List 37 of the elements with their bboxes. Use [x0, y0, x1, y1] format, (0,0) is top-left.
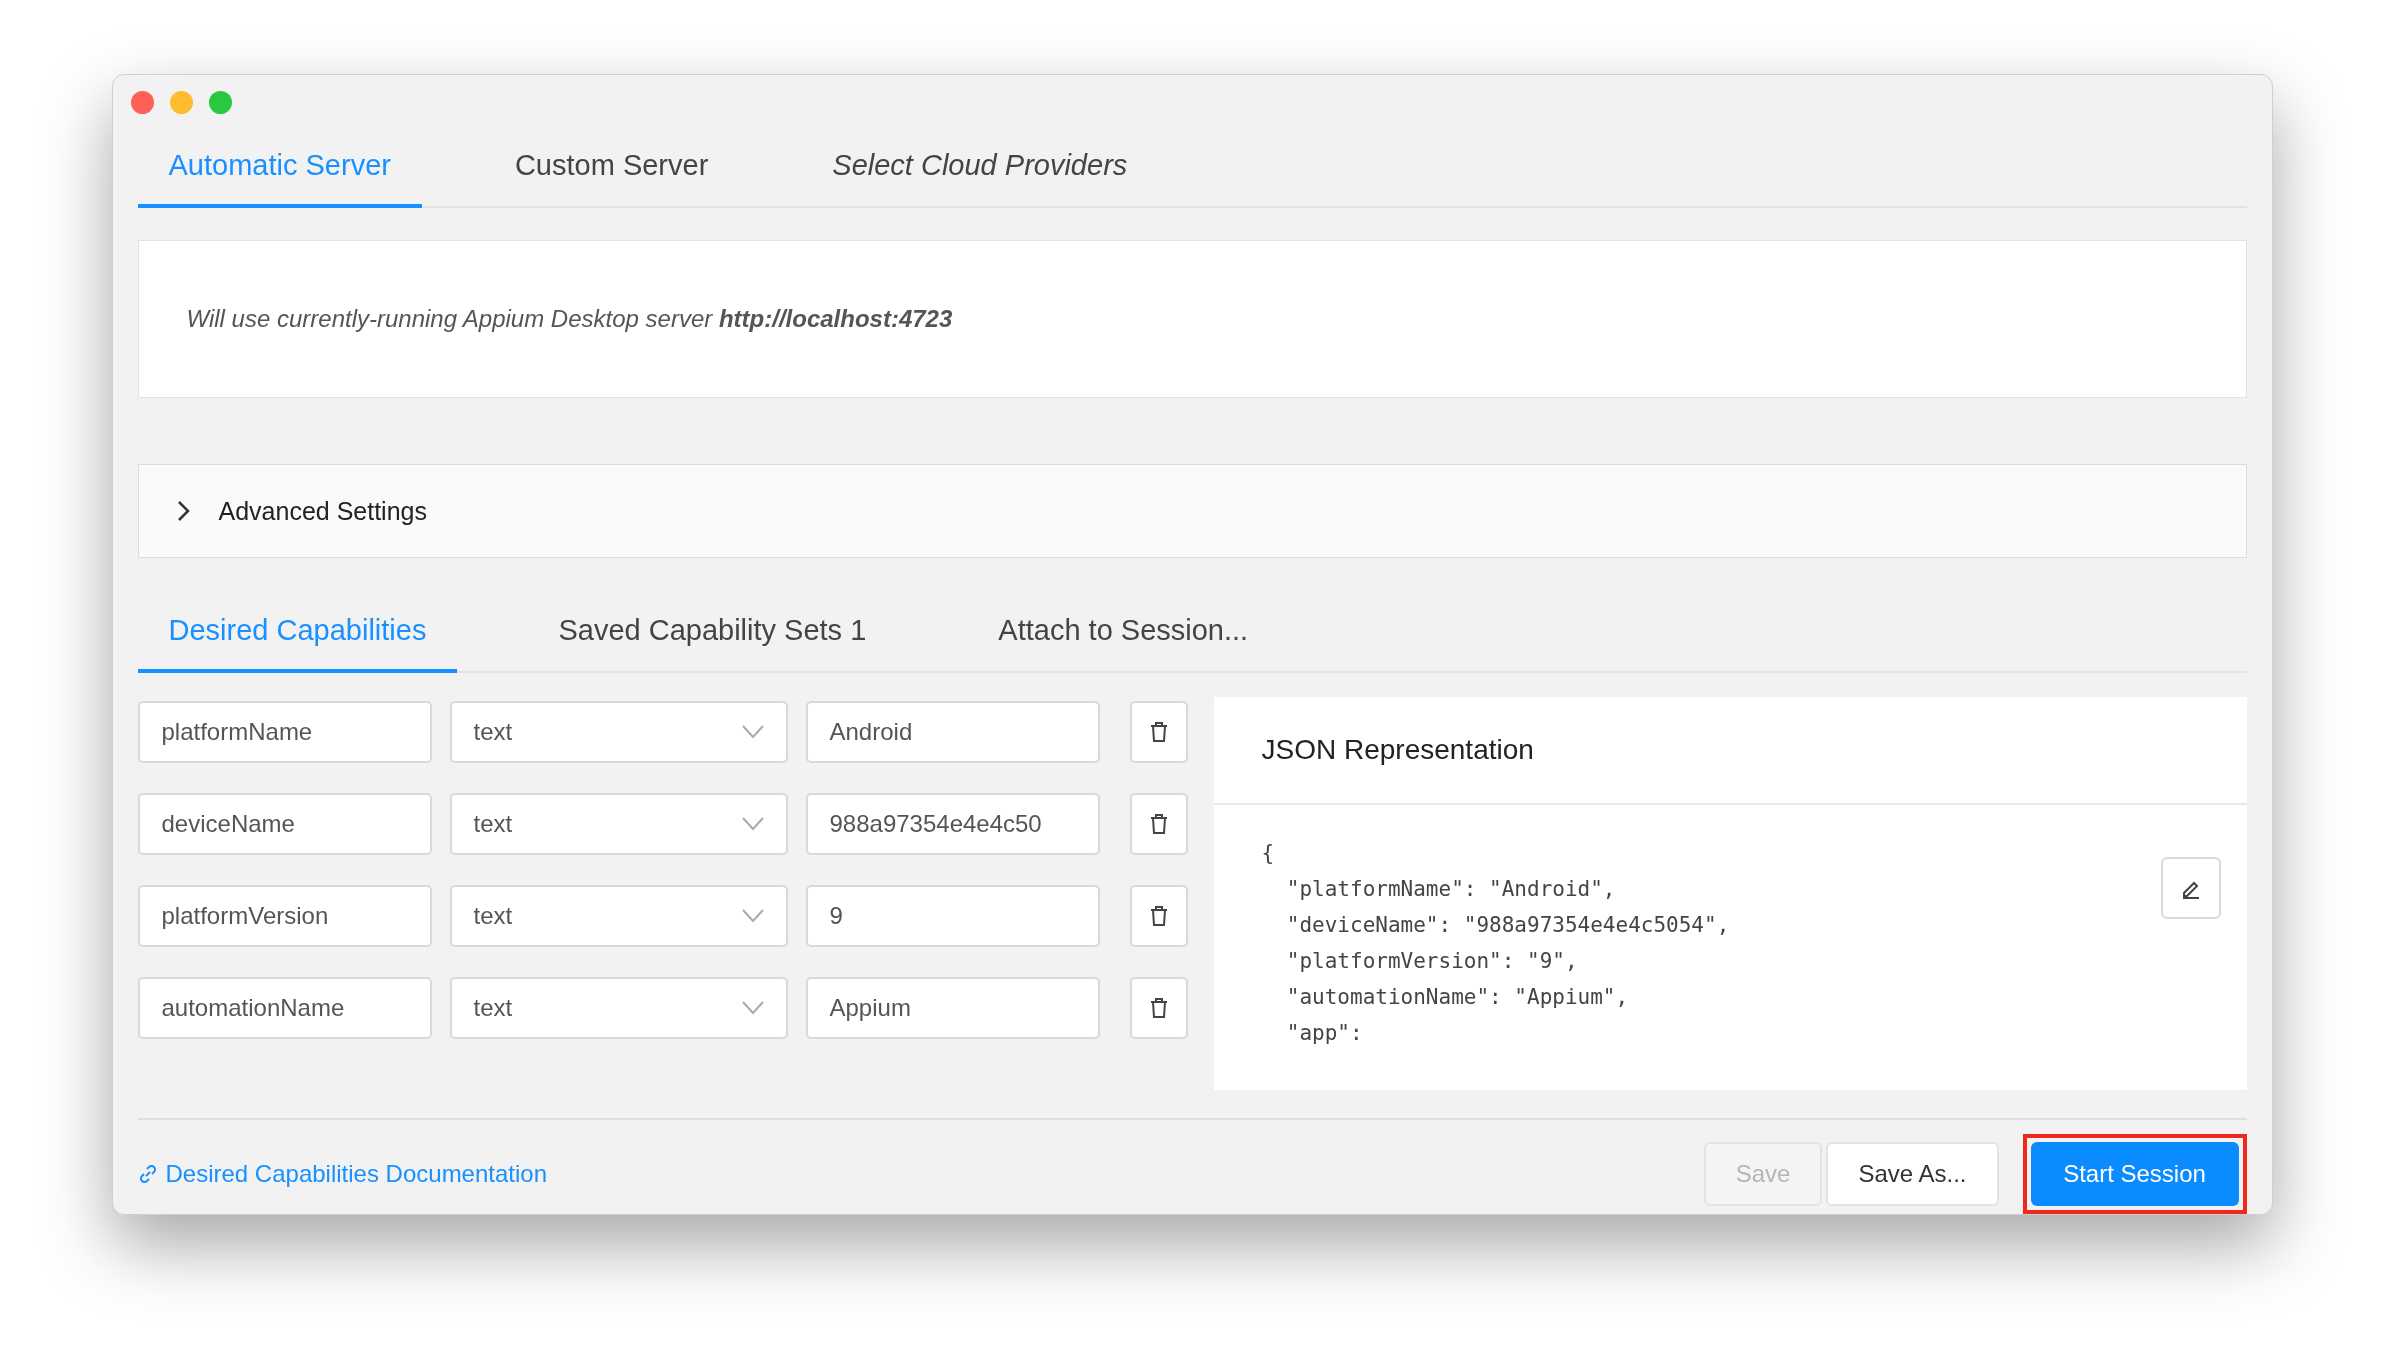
trash-icon: [1149, 721, 1168, 743]
type-select[interactable]: text: [449, 701, 788, 763]
capability-tab[interactable]: Saved Capability Sets 1: [527, 594, 898, 673]
caret-icon: [741, 817, 764, 831]
type-select[interactable]: text: [449, 793, 788, 855]
trash-icon: [1149, 997, 1168, 1019]
type-select[interactable]: text: [449, 977, 788, 1039]
capability-name-field[interactable]: deviceName: [137, 793, 432, 855]
capability-value-field[interactable]: 988a97354e4e4c50: [805, 793, 1100, 855]
delete-button[interactable]: [1129, 793, 1188, 855]
delete-button[interactable]: [1129, 885, 1188, 947]
json-title: JSON Representation: [1261, 734, 1534, 766]
capability-value-field[interactable]: 9: [805, 885, 1100, 947]
capability-name-field[interactable]: automationName: [137, 977, 432, 1039]
trash-icon: [1149, 905, 1168, 927]
caret-icon: [741, 725, 764, 739]
trash-icon: [1149, 813, 1168, 835]
type-select[interactable]: text: [449, 885, 788, 947]
capability-value-field[interactable]: Android: [805, 701, 1100, 763]
server-tab[interactable]: Select Cloud Providers: [801, 129, 1159, 208]
advanced-settings-panel[interactable]: Advanced Settings: [137, 464, 2247, 558]
server-tab[interactable]: Custom Server: [483, 129, 740, 208]
save-button[interactable]: Save As...: [1826, 1142, 1999, 1206]
advanced-settings-label: Advanced Settings: [218, 496, 427, 526]
capability-tab[interactable]: Attach to Session...: [967, 594, 1280, 673]
json-code: { "platformName": "Android", "deviceName": "988a97354e4e4c5054", "platformVersion": "9", "automationName": "Appium", "app":: [1261, 840, 1730, 1047]
server-info: Will use currently-running Appium Desktop server http://localhost:4723: [186, 305, 953, 333]
link-icon: [137, 1164, 158, 1184]
caret-icon: [741, 909, 764, 923]
capability-name-field[interactable]: platformName: [137, 701, 432, 763]
close-icon[interactable]: [130, 90, 154, 114]
delete-button[interactable]: [1129, 701, 1188, 763]
delete-button[interactable]: [1129, 977, 1188, 1039]
caret-icon: [741, 1001, 764, 1015]
capability-name-field[interactable]: platformVersion: [137, 885, 432, 947]
capability-value-field[interactable]: Appium: [805, 977, 1100, 1039]
edit-button[interactable]: [2160, 857, 2221, 919]
